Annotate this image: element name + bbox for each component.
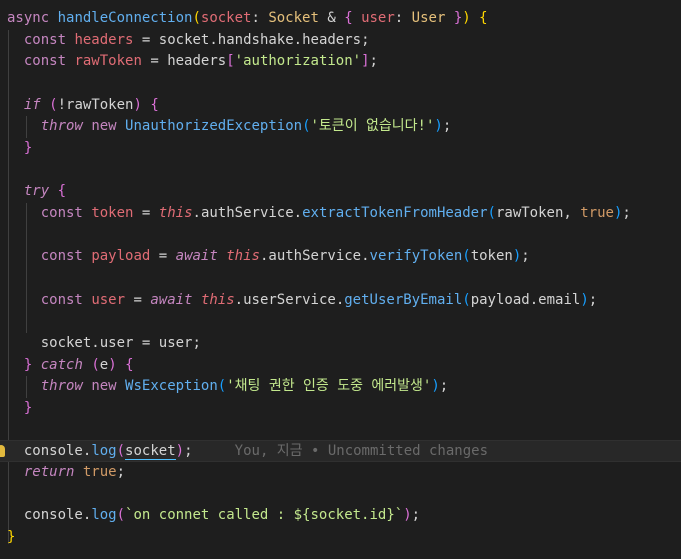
code-line[interactable]: const payload = await this.authService.v… (0, 246, 681, 268)
code-line[interactable]: async handleConnection(socket: Socket & … (0, 8, 681, 30)
code-line[interactable]: throw new UnauthorizedException('토큰이 없습니… (0, 116, 681, 138)
code-line[interactable]: } catch (e) { (0, 355, 681, 377)
active-code-line[interactable]: console.log(socket); You, 지금 • Uncommitt… (0, 440, 681, 462)
code-line[interactable]: const user = await this.userService.getU… (0, 290, 681, 312)
string-literal: '채팅 권한 인증 도중 에러발생' (226, 378, 432, 395)
code-editor[interactable]: async handleConnection(socket: Socket & … (0, 0, 681, 559)
code-line[interactable]: socket.user = user; (0, 333, 681, 355)
code-line[interactable]: return true; (0, 462, 681, 484)
code-line[interactable]: console.log(`on connet called : ${socket… (0, 505, 681, 527)
template-literal: `on connet called : ${socket.id}` (125, 507, 404, 524)
code-line[interactable]: if (!rawToken) { (0, 95, 681, 117)
code-line[interactable]: } (0, 527, 681, 549)
git-blame-annotation: You, 지금 • Uncommitted changes (234, 443, 488, 459)
code-line[interactable]: try { (0, 181, 681, 203)
lightbulb-icon[interactable] (0, 445, 5, 457)
code-line[interactable]: const token = this.authService.extractTo… (0, 203, 681, 225)
string-literal: 'authorization' (234, 53, 362, 70)
code-line[interactable]: } (0, 398, 681, 420)
string-literal: '토큰이 없습니다!' (310, 118, 435, 135)
code-line[interactable]: const rawToken = headers['authorization'… (0, 51, 681, 73)
code-line[interactable]: const headers = socket.handshake.headers… (0, 30, 681, 52)
code-line[interactable]: throw new WsException('채팅 권한 인증 도중 에러발생'… (0, 376, 681, 398)
code-line[interactable]: } (0, 138, 681, 160)
